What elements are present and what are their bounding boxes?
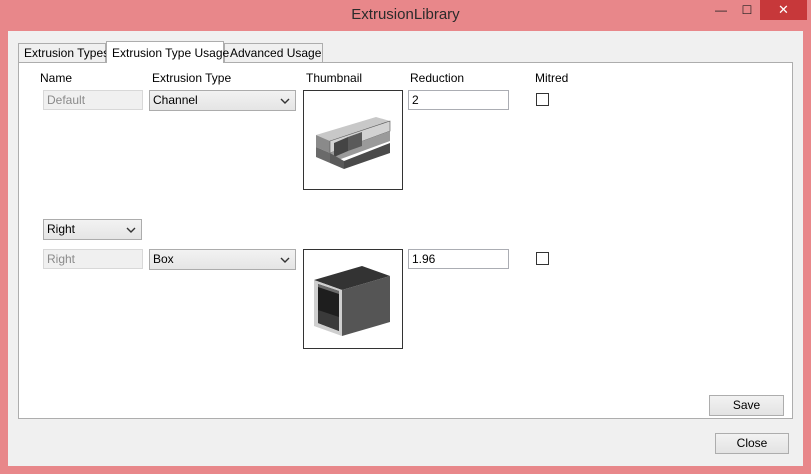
client-area: Extrusion Types Extrusion Type Usage Adv… [8, 31, 803, 466]
name-column-header: Name [40, 71, 73, 85]
tab-advanced-usage[interactable]: Advanced Usage [224, 43, 323, 62]
default-name-field: Default [43, 90, 143, 110]
tab-extrusion-types[interactable]: Extrusion Types [18, 43, 109, 62]
default-extrusion-type-select[interactable]: Channel [149, 90, 296, 111]
default-extrusion-type-value: Channel [153, 93, 198, 107]
window-title: ExtrusionLibrary [351, 6, 460, 23]
extrusion-library-window: ExtrusionLibrary — ☐ ✕ Extrusion Types E… [0, 0, 811, 474]
close-button[interactable]: Close [715, 433, 789, 454]
chevron-down-icon [280, 98, 290, 104]
right-name-field: Right [43, 249, 143, 269]
chevron-down-icon [126, 227, 136, 233]
minimize-icon[interactable]: — [708, 0, 734, 20]
chevron-down-icon [280, 257, 290, 263]
save-button[interactable]: Save [709, 395, 784, 416]
right-extrusion-type-select[interactable]: Box [149, 249, 296, 270]
mitred-column-header: Mitred [535, 71, 569, 85]
maximize-icon[interactable]: ☐ [734, 0, 760, 20]
right-extrusion-type-value: Box [153, 252, 174, 266]
channel-extrusion-thumbnail [303, 90, 403, 190]
tab-extrusion-type-usage[interactable]: Extrusion Type Usage [106, 41, 229, 63]
extrusion-type-column-header: Extrusion Type [152, 71, 232, 85]
title-bar: ExtrusionLibrary — ☐ ✕ [0, 0, 811, 30]
reduction-column-header: Reduction [410, 71, 465, 85]
channel-extrusion-icon [316, 117, 391, 169]
tab-panel: Name Extrusion Type Thumbnail Reduction … [18, 62, 793, 419]
default-mitred-checkbox[interactable] [536, 93, 549, 106]
right-mitred-checkbox[interactable] [536, 252, 549, 265]
close-window-icon[interactable]: ✕ [760, 0, 807, 20]
thumbnail-column-header: Thumbnail [306, 71, 363, 85]
box-extrusion-icon [314, 266, 390, 336]
row-selector-select[interactable]: Right [43, 219, 142, 240]
box-extrusion-thumbnail [303, 249, 403, 349]
default-reduction-input[interactable]: 2 [408, 90, 509, 110]
right-reduction-input[interactable]: 1.96 [408, 249, 509, 269]
row-selector-value: Right [47, 222, 76, 236]
